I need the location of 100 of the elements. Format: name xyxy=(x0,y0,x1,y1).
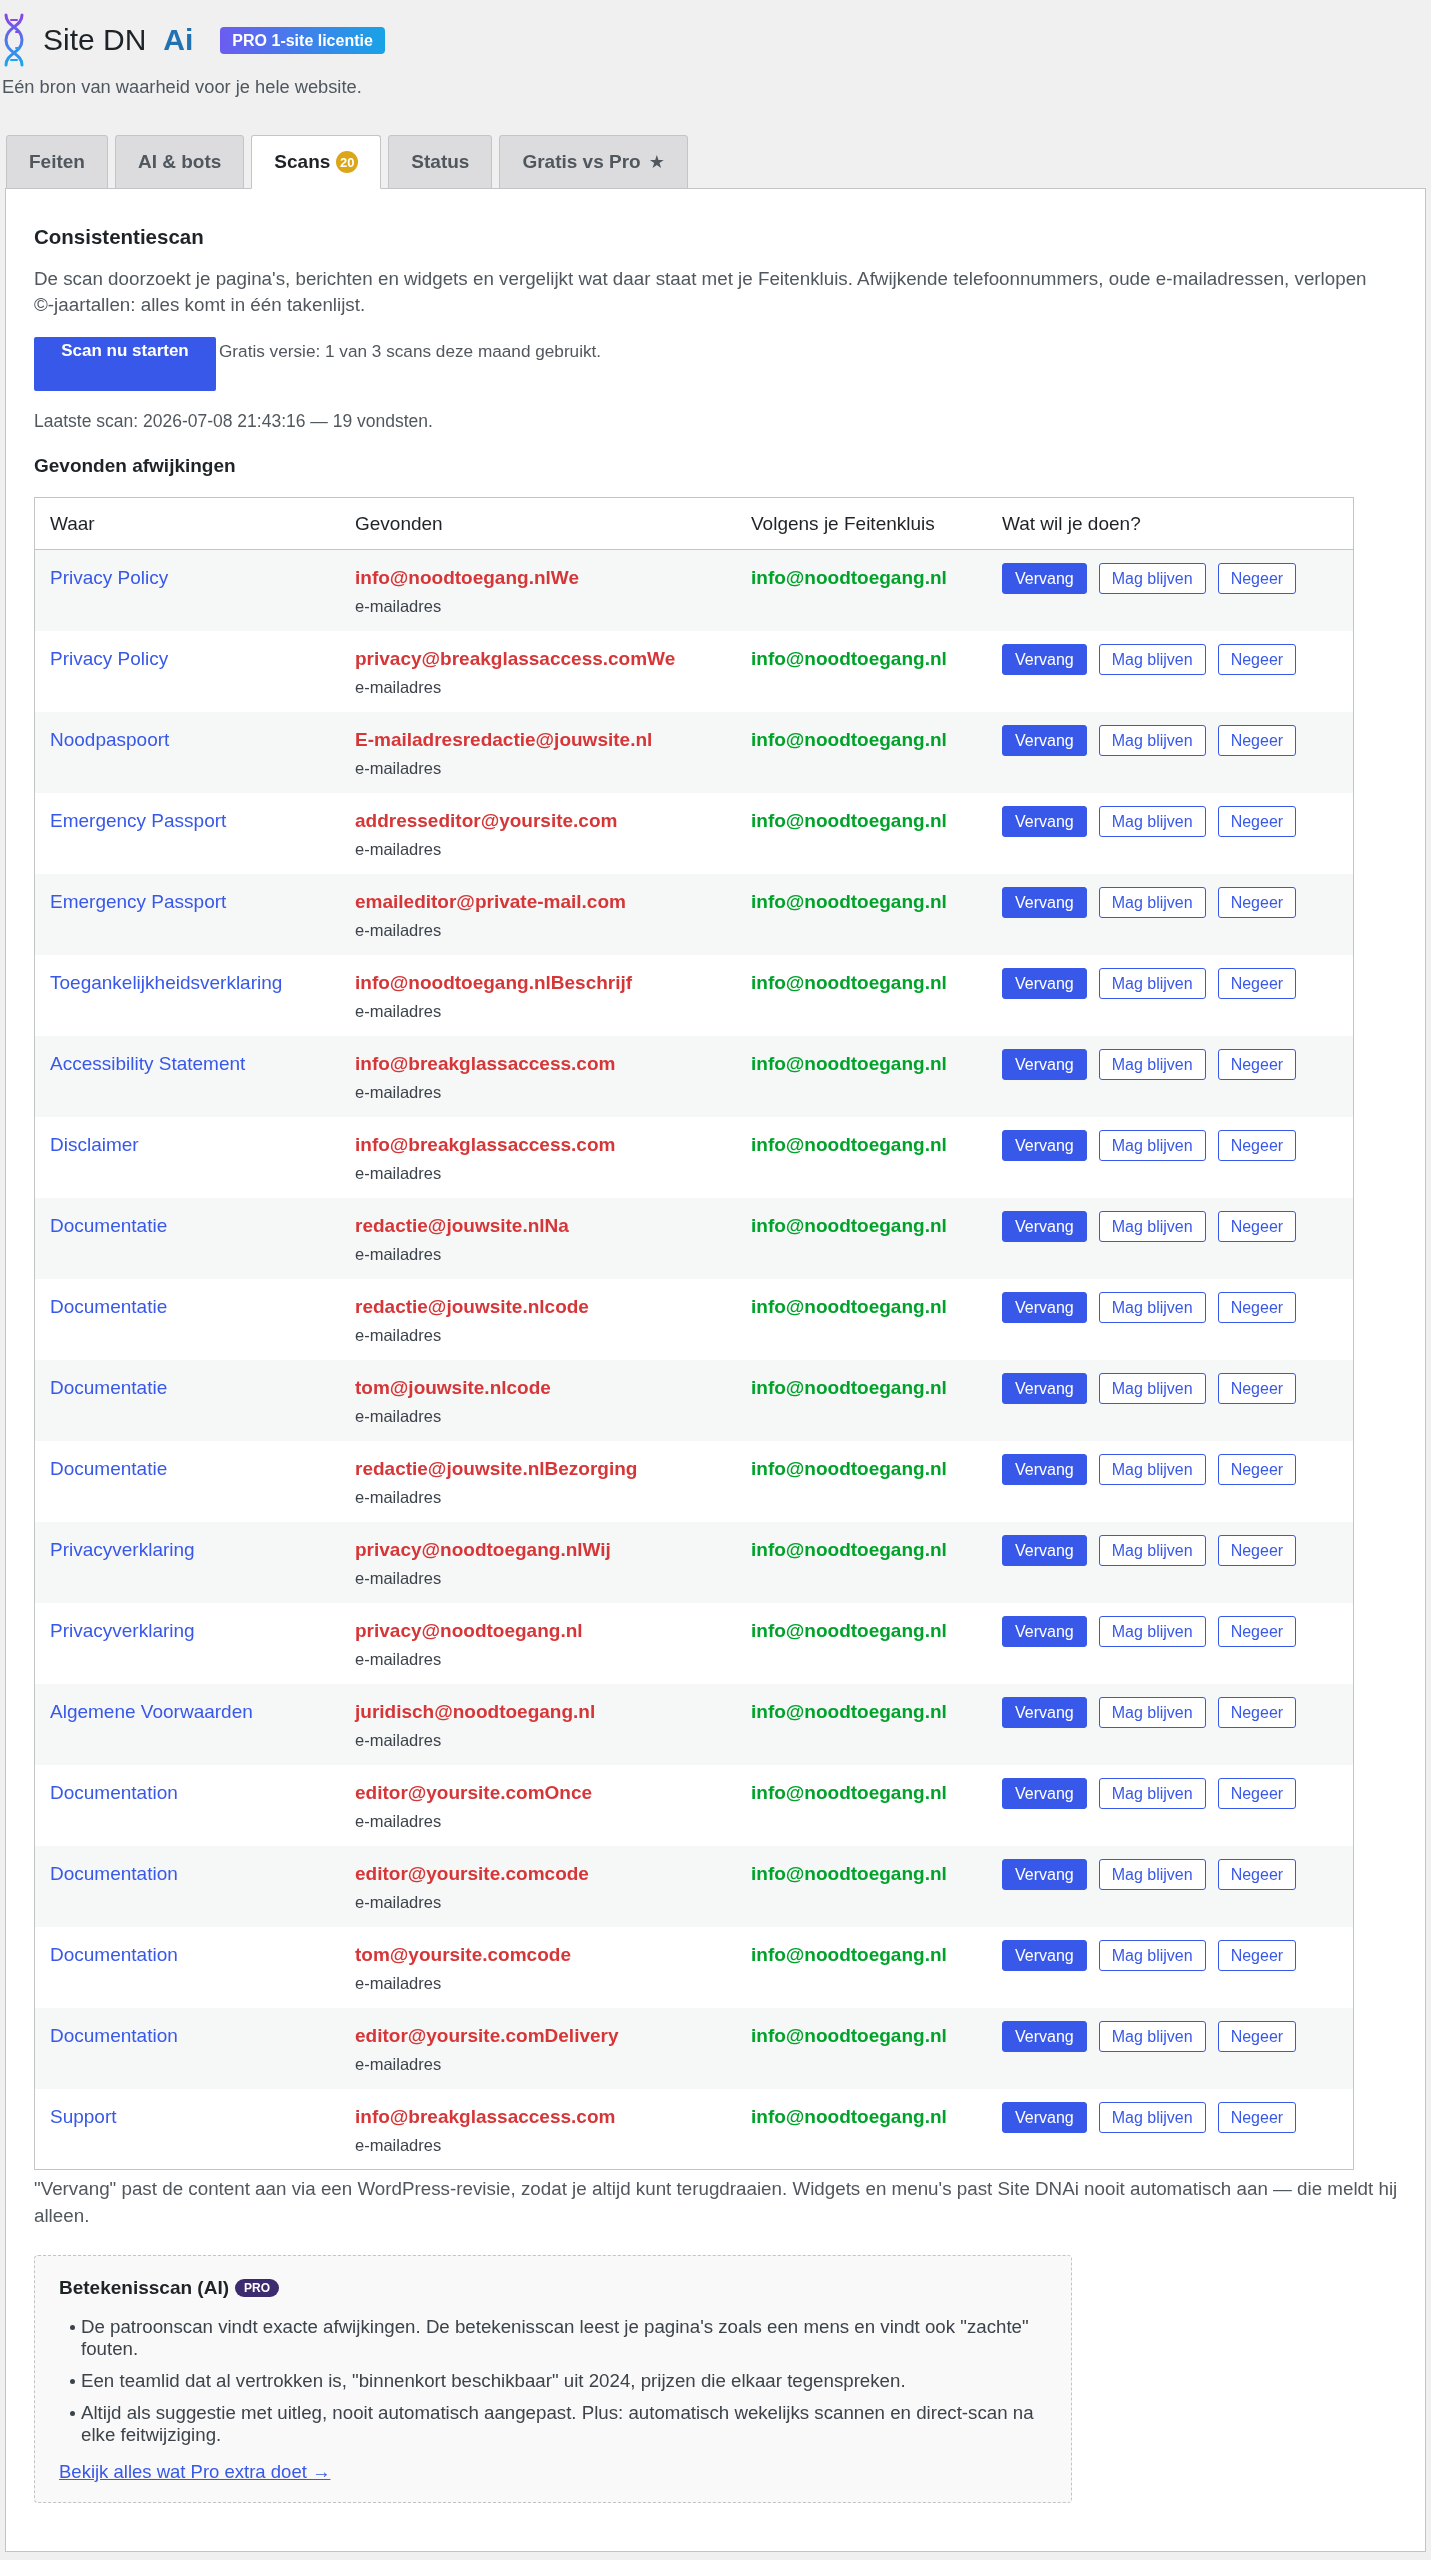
replace-button[interactable]: Vervang xyxy=(1002,1615,1087,1647)
ignore-button[interactable]: Negeer xyxy=(1217,2101,1297,2133)
replace-button[interactable]: Vervang xyxy=(1002,1777,1087,1809)
ignore-button[interactable]: Negeer xyxy=(1217,724,1297,756)
ignore-button[interactable]: Negeer xyxy=(1217,805,1297,837)
keep-button[interactable]: Mag blijven xyxy=(1098,1291,1206,1323)
page-link[interactable]: Toegankelijkheidsverklaring xyxy=(50,971,283,993)
keep-button[interactable]: Mag blijven xyxy=(1098,1939,1206,1971)
keep-button[interactable]: Mag blijven xyxy=(1098,1777,1206,1809)
replace-button[interactable]: Vervang xyxy=(1002,886,1087,918)
value-type: e-mailadres xyxy=(355,1000,442,1021)
page-link[interactable]: Documentatie xyxy=(50,1457,168,1479)
keep-button[interactable]: Mag blijven xyxy=(1098,643,1206,675)
keep-button[interactable]: Mag blijven xyxy=(1098,1858,1206,1890)
found-value: tom@yoursite.comcode xyxy=(355,1942,571,1967)
keep-button[interactable]: Mag blijven xyxy=(1098,886,1206,918)
found-value: info@breakglassaccess.com xyxy=(355,1132,616,1157)
keep-button[interactable]: Mag blijven xyxy=(1098,563,1206,594)
page-link[interactable]: Documentation xyxy=(50,1862,178,1884)
replace-button[interactable]: Vervang xyxy=(1002,643,1087,675)
expected-value: info@noodtoegang.nl xyxy=(751,2105,947,2127)
page-link[interactable]: Documentatie xyxy=(50,1295,168,1317)
ignore-button[interactable]: Negeer xyxy=(1217,1858,1297,1890)
keep-button[interactable]: Mag blijven xyxy=(1098,724,1206,756)
page-link[interactable]: Privacy Policy xyxy=(50,567,169,588)
replace-button[interactable]: Vervang xyxy=(1002,1372,1087,1404)
tab[interactable]: Status xyxy=(388,135,493,189)
ignore-button[interactable]: Negeer xyxy=(1217,1048,1297,1080)
found-value: tom@jouwsite.nlcode xyxy=(355,1375,551,1400)
found-value: juridisch@noodtoegang.nl xyxy=(355,1699,596,1724)
found-value: redactie@jouwsite.nlNa xyxy=(355,1213,569,1238)
ignore-button[interactable]: Negeer xyxy=(1217,1696,1297,1728)
ignore-button[interactable]: Negeer xyxy=(1217,1129,1297,1161)
page-link[interactable]: Emergency Passport xyxy=(50,809,227,831)
keep-button[interactable]: Mag blijven xyxy=(1098,2020,1206,2052)
replace-button[interactable]: Vervang xyxy=(1002,724,1087,756)
replace-button[interactable]: Vervang xyxy=(1002,563,1087,594)
keep-button[interactable]: Mag blijven xyxy=(1098,1696,1206,1728)
page-link[interactable]: Algemene Voorwaarden xyxy=(50,1700,253,1722)
keep-button[interactable]: Mag blijven xyxy=(1098,1129,1206,1161)
tab[interactable]: Gratis vs Pro ★ xyxy=(499,135,688,189)
page-link[interactable]: Documentatie xyxy=(50,1214,168,1236)
page-link[interactable]: Documentation xyxy=(50,1943,178,1965)
replace-button[interactable]: Vervang xyxy=(1002,1048,1087,1080)
ignore-button[interactable]: Negeer xyxy=(1217,1210,1297,1242)
keep-button[interactable]: Mag blijven xyxy=(1098,1453,1206,1485)
replace-button[interactable]: Vervang xyxy=(1002,1534,1087,1566)
ignore-button[interactable]: Negeer xyxy=(1217,643,1297,675)
replace-button[interactable]: Vervang xyxy=(1002,2020,1087,2052)
page-link[interactable]: Accessibility Statement xyxy=(50,1052,246,1074)
replace-button[interactable]: Vervang xyxy=(1002,1939,1087,1971)
ignore-button[interactable]: Negeer xyxy=(1217,1291,1297,1323)
keep-button[interactable]: Mag blijven xyxy=(1098,1615,1206,1647)
keep-button[interactable]: Mag blijven xyxy=(1098,1210,1206,1242)
replace-button[interactable]: Vervang xyxy=(1002,2101,1087,2133)
replace-button[interactable]: Vervang xyxy=(1002,1696,1087,1728)
pro-features-link[interactable]: Bekijk alles wat Pro extra doet → xyxy=(59,2461,331,2483)
page-link[interactable]: Privacy Policy xyxy=(50,647,169,669)
replace-button[interactable]: Vervang xyxy=(1002,1858,1087,1890)
tab[interactable]: AI & bots xyxy=(114,135,245,189)
ignore-button[interactable]: Negeer xyxy=(1217,563,1297,594)
page-link[interactable]: Documentation xyxy=(50,1781,178,1803)
page-link[interactable]: Noodpaspoort xyxy=(50,728,170,750)
value-type: e-mailadres xyxy=(355,2053,442,2074)
ignore-button[interactable]: Negeer xyxy=(1217,886,1297,918)
tab[interactable]: Feiten xyxy=(6,135,108,189)
page-link[interactable]: Documentation xyxy=(50,2024,178,2046)
page-link[interactable]: Documentatie xyxy=(50,1376,168,1398)
ignore-button[interactable]: Negeer xyxy=(1217,967,1297,999)
keep-button[interactable]: Mag blijven xyxy=(1098,2101,1206,2133)
page-link[interactable]: Privacyverklaring xyxy=(50,1538,195,1560)
page-link[interactable]: Emergency Passport xyxy=(50,890,227,912)
replace-button[interactable]: Vervang xyxy=(1002,1453,1087,1485)
keep-button[interactable]: Mag blijven xyxy=(1098,805,1206,837)
replace-button[interactable]: Vervang xyxy=(1002,1291,1087,1323)
replace-button[interactable]: Vervang xyxy=(1002,1129,1087,1161)
scan-button[interactable]: Scan nu starten xyxy=(34,337,216,391)
replace-button[interactable]: Vervang xyxy=(1002,967,1087,999)
expected-value: info@noodtoegang.nl xyxy=(751,1376,947,1398)
page-link[interactable]: Disclaimer xyxy=(50,1133,139,1155)
replace-button[interactable]: Vervang xyxy=(1002,1210,1087,1242)
ignore-button[interactable]: Negeer xyxy=(1217,2020,1297,2052)
usage-note: Gratis versie: 1 van 3 scans deze maand gebruikt. xyxy=(219,341,602,361)
keep-button[interactable]: Mag blijven xyxy=(1098,1372,1206,1404)
ignore-button[interactable]: Negeer xyxy=(1217,1453,1297,1485)
ignore-button[interactable]: Negeer xyxy=(1217,1372,1297,1404)
ignore-button[interactable]: Negeer xyxy=(1217,1534,1297,1566)
ignore-button[interactable]: Negeer xyxy=(1217,1939,1297,1971)
star-icon: ★ xyxy=(648,152,665,172)
found-value: info@noodtoegang.nlWe xyxy=(355,566,579,590)
ignore-button[interactable]: Negeer xyxy=(1217,1615,1297,1647)
replace-button[interactable]: Vervang xyxy=(1002,805,1087,837)
keep-button[interactable]: Mag blijven xyxy=(1098,1048,1206,1080)
tab[interactable]: Scans 20 xyxy=(251,135,382,189)
value-type: e-mailadres xyxy=(355,676,442,697)
page-link[interactable]: Privacyverklaring xyxy=(50,1619,195,1641)
page-link[interactable]: Support xyxy=(50,2105,117,2127)
keep-button[interactable]: Mag blijven xyxy=(1098,1534,1206,1566)
keep-button[interactable]: Mag blijven xyxy=(1098,967,1206,999)
ignore-button[interactable]: Negeer xyxy=(1217,1777,1297,1809)
